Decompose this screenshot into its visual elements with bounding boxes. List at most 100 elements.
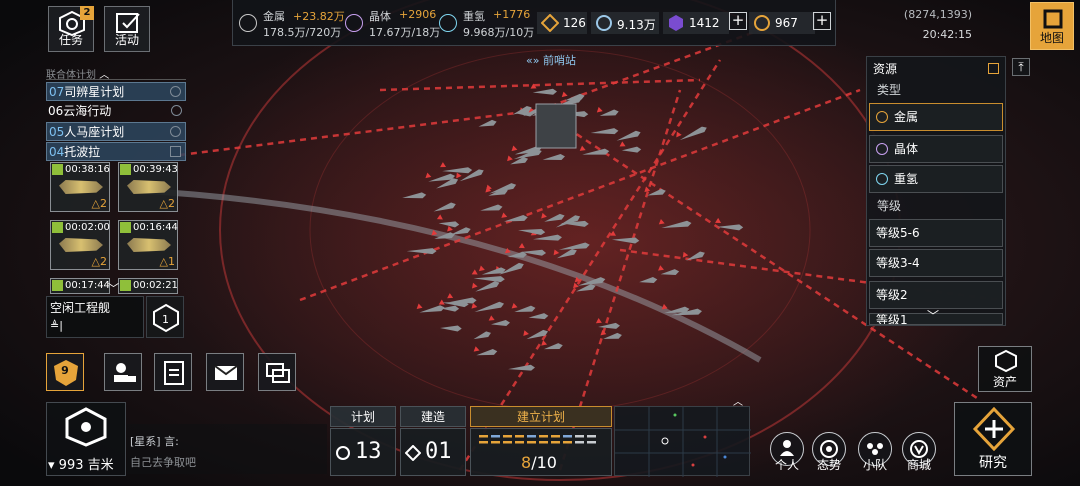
crystal-resource[interactable]: 晶体 +2906 17.67万/18万 [345,6,445,40]
contacts-button[interactable] [104,353,142,391]
fleet-ship[interactable] [470,295,505,315]
fleet-ship[interactable] [681,244,706,264]
fleet-ship[interactable] [436,214,460,228]
tasks-button[interactable]: 2 任务 [48,6,94,52]
fleet-ship[interactable] [596,103,620,120]
fleet-ship[interactable] [454,162,485,185]
clipboard-icon [164,361,184,385]
fleet-ship[interactable] [488,314,511,328]
ship-card[interactable]: 00:16:44 △1 [118,220,178,270]
build-count-panel[interactable]: 01 [400,428,466,476]
fleet-ship[interactable] [542,153,565,162]
fleet-ship[interactable] [478,261,506,278]
tab-plan[interactable]: 计划 [330,406,396,427]
filter-toggle[interactable] [988,63,999,74]
tab-establish[interactable]: 建立计划 [470,406,612,427]
establish-panel[interactable]: 8/10 [470,428,612,476]
filter-scroll-down-icon[interactable]: ﹀ [927,307,939,324]
filter-level-2[interactable]: 等级2 [869,281,1003,309]
level-badge-button[interactable]: 9 [46,353,84,391]
tab-build[interactable]: 建造 [400,406,466,427]
events-button[interactable]: 活动 [104,6,150,52]
fleet-ship[interactable] [658,214,692,231]
ship-card[interactable]: 00:02:00 △2 [50,220,110,270]
filter-deuterium[interactable]: 重氢 [869,165,1003,193]
map-button[interactable]: 地图 [1030,2,1074,50]
level-value: 9 [61,364,69,377]
fleet-ship[interactable] [540,207,566,225]
filter-metal[interactable]: 金属 [869,103,1003,131]
filter-level-3-4[interactable]: 等级3-4 [869,249,1003,277]
fleet-ship[interactable] [639,276,658,285]
ship-card[interactable]: 00:02:21 [118,278,178,294]
fleet-ship[interactable] [440,161,473,174]
ship-card[interactable]: 00:17:44 [50,278,110,294]
fleet-ship[interactable] [508,364,535,372]
fleet-ship[interactable] [643,182,666,199]
fleet-ship[interactable] [500,208,528,224]
fleet-ship[interactable] [511,299,536,315]
add-currency-3-button[interactable]: + [729,12,747,30]
space-station[interactable] [535,103,577,149]
engineer-button[interactable]: 1 [146,296,184,338]
fleet-ship[interactable] [406,248,437,255]
plan-name: 司辨星计划 [64,85,125,99]
plan-item[interactable]: 07司辨星计划 [46,82,186,101]
fleet-ship[interactable] [552,242,578,262]
fleet-ship[interactable] [402,192,427,201]
fleet-ship[interactable] [480,204,503,214]
fleet-ship[interactable] [579,142,610,158]
fleet-ship[interactable] [609,230,640,244]
progress-segment [527,441,536,444]
plan-item[interactable]: 06云海行动 [46,102,186,121]
fleet-ship[interactable] [674,119,708,143]
fleet-ship[interactable] [530,83,557,96]
fleet-ship[interactable] [473,330,492,342]
coordinates-readout: (8274,1393) [903,8,972,21]
expand-icon[interactable]: ﹀ [108,280,119,296]
fleet-ship[interactable] [599,326,622,342]
mail-button[interactable] [206,353,244,391]
fleet-ship[interactable] [522,323,549,343]
fleet-ship[interactable] [433,201,457,214]
minimap-grid [615,407,751,477]
minimap[interactable]: ︿ [614,397,751,477]
fleet-ship[interactable] [473,342,498,358]
plan-item[interactable]: 04托波拉 [46,142,186,161]
deuterium-resource[interactable]: 重氢 +1776 9.968万/10万 [439,6,539,40]
ship-card[interactable]: 00:39:43 △2 [118,162,178,212]
fleet-ship[interactable] [494,256,525,278]
idle-engineer-panel[interactable]: 空闲工程舰 ≜| [46,296,144,338]
add-currency-4-button[interactable]: + [813,12,831,30]
notes-button[interactable] [154,353,192,391]
fleet-ship[interactable] [595,317,621,331]
fleet-ship[interactable] [416,299,446,316]
fleet-ship[interactable] [478,119,498,130]
assets-button[interactable]: 资产 [978,346,1032,392]
plans-header[interactable]: 联合体计划 ︿ [46,66,186,81]
ship-card[interactable]: 00:38:16 △2 [50,162,110,212]
fleet-ship[interactable] [572,277,597,295]
metal-resource[interactable]: 金属 +23.82万 178.5万/720万 [239,6,349,40]
minimap-collapse-icon[interactable]: ︿ [733,393,743,408]
scroll-top-button[interactable]: ⤒ [1012,58,1030,76]
outpost-label[interactable]: «» 前哨站 [526,52,576,68]
fleet-ship[interactable] [619,140,642,153]
fleet-ship[interactable] [715,217,744,231]
chat-button[interactable] [258,353,296,391]
plan-count-panel[interactable]: 13 [330,428,396,476]
fleet-ship[interactable] [540,336,563,352]
fleet-ship[interactable] [430,226,455,243]
chat-icon [266,363,290,383]
filter-level-5-6[interactable]: 等级5-6 [869,219,1003,247]
chat-preview[interactable]: [星系] 言: 自己去争取吧 [127,424,327,474]
fleet-ship[interactable] [440,325,462,332]
filter-crystal[interactable]: 晶体 [869,135,1003,163]
plan-item[interactable]: 05人马座计划 [46,122,186,141]
fleet-ship[interactable] [590,128,619,136]
research-button[interactable]: 研究 [954,402,1032,476]
hostile-marker [574,276,581,283]
fleet-ship[interactable] [616,129,642,143]
fleet-ship[interactable] [528,313,549,321]
fleet-ship[interactable] [657,263,680,278]
